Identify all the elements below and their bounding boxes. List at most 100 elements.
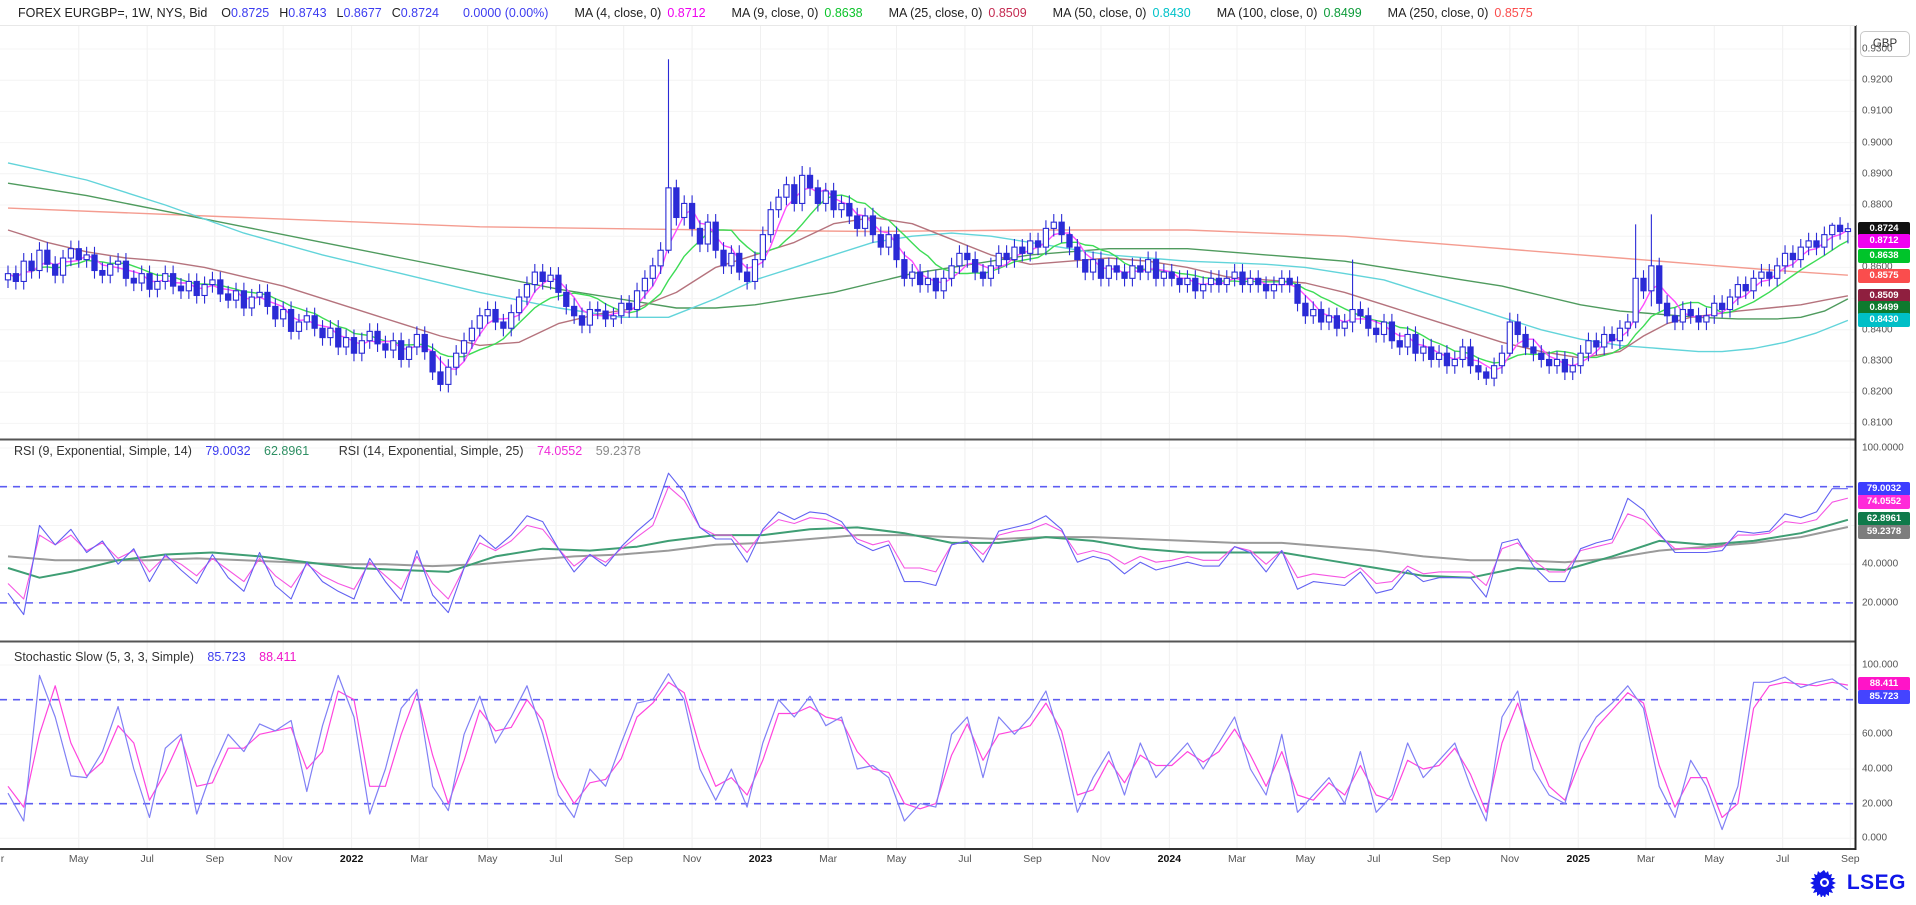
date-label: May <box>478 853 498 865</box>
price-badge: 0.8712 <box>1858 234 1910 248</box>
rsi1-value: 79.0032 <box>205 444 250 458</box>
change-value: 0.0000 (0.00%) <box>463 6 548 20</box>
ma-label: MA (50, close, 0) <box>1053 6 1147 20</box>
axis-label: 20.000 <box>1862 798 1893 809</box>
axis-label: 40.000 <box>1862 763 1893 774</box>
date-label: May <box>1704 853 1724 865</box>
price-badge: 85.723 <box>1858 690 1910 704</box>
price-badge: 0.8430 <box>1858 313 1910 327</box>
lseg-crest-icon <box>1810 869 1840 897</box>
price-badge: 79.0032 <box>1858 482 1910 496</box>
date-label: Mar <box>819 853 837 865</box>
rsi1-avg-value: 62.8961 <box>264 444 309 458</box>
ma-label: MA (25, close, 0) <box>889 6 983 20</box>
axis-label: 0.9300 <box>1862 44 1893 55</box>
date-label: Sep <box>1023 853 1042 865</box>
ma-label: MA (100, close, 0) <box>1217 6 1318 20</box>
rsi2-label: RSI (14, Exponential, Simple, 25) <box>339 444 524 458</box>
axis-label: 20.0000 <box>1862 597 1898 608</box>
price-badge: 0.8575 <box>1858 269 1910 283</box>
chart-legend-header: FOREX EURGBP=, 1W, NYS, Bid O0.8725H0.87… <box>0 0 1856 26</box>
lseg-logo: LSEG <box>1810 869 1906 897</box>
date-label: Jul <box>140 853 153 865</box>
axis-label: 0.8900 <box>1862 168 1893 179</box>
axis-label: 0.000 <box>1862 833 1887 844</box>
ma-value: 0.8430 <box>1152 6 1190 20</box>
rsi-pane-title: RSI (9, Exponential, Simple, 14) 79.0032… <box>14 444 641 458</box>
ohlc-value: 0.8725 <box>231 6 269 20</box>
ma-value: 0.8509 <box>988 6 1026 20</box>
price-badge: 0.8638 <box>1858 249 1910 263</box>
date-label: Nov <box>1092 853 1111 865</box>
date-label: May <box>1295 853 1315 865</box>
axis-label: 0.9200 <box>1862 75 1893 86</box>
instrument-title: FOREX EURGBP=, 1W, NYS, Bid <box>18 6 207 20</box>
date-label: Jul <box>549 853 562 865</box>
ohlc-value: 0.8743 <box>288 6 326 20</box>
price-badge: 59.2378 <box>1858 525 1910 539</box>
ma-legend-item: MA (50, close, 0) 0.8430 <box>1053 6 1191 20</box>
ma-label: MA (4, close, 0) <box>574 6 661 20</box>
date-label: Mar <box>1228 853 1246 865</box>
price-badge: 62.8961 <box>1858 512 1910 526</box>
axis-label: 100.000 <box>1862 660 1898 671</box>
ma-value: 0.8638 <box>824 6 862 20</box>
rsi2-value: 74.0552 <box>537 444 582 458</box>
ohlc-value: 0.8677 <box>343 6 381 20</box>
axis-label: 0.8800 <box>1862 200 1893 211</box>
axis-label: 0.8200 <box>1862 387 1893 398</box>
date-label: Jul <box>1776 853 1789 865</box>
ma-legend-item: MA (250, close, 0) 0.8575 <box>1388 6 1533 20</box>
stochastic-k-value: 85.723 <box>207 650 245 664</box>
axis-label: 0.8100 <box>1862 418 1893 429</box>
date-label: Mar <box>1637 853 1655 865</box>
ma-legend-item: MA (9, close, 0) 0.8638 <box>732 6 863 20</box>
axis-label: 100.0000 <box>1862 443 1904 454</box>
date-label: Sep <box>1841 853 1860 865</box>
date-label: Sep <box>614 853 633 865</box>
ma-label: MA (250, close, 0) <box>1388 6 1489 20</box>
date-label: 2025 <box>1567 853 1590 865</box>
date-label: Mar <box>410 853 428 865</box>
date-label: 2024 <box>1158 853 1181 865</box>
axis-label: 0.9100 <box>1862 106 1893 117</box>
stochastic-pane-title: Stochastic Slow (5, 3, 3, Simple) 85.723… <box>14 650 296 664</box>
ma-label: MA (9, close, 0) <box>732 6 819 20</box>
date-label: Nov <box>683 853 702 865</box>
date-label: Nov <box>1500 853 1519 865</box>
ohlc-value: 0.8724 <box>401 6 439 20</box>
axis-label: 0.9000 <box>1862 137 1893 148</box>
axis-label: 60.000 <box>1862 729 1893 740</box>
stochastic-d-value: 88.411 <box>259 650 296 664</box>
price-badge: 74.0552 <box>1858 495 1910 509</box>
ma-legend-item: MA (25, close, 0) 0.8509 <box>889 6 1027 20</box>
ohlc-key: C <box>392 6 401 20</box>
ma-legend-item: MA (100, close, 0) 0.8499 <box>1217 6 1362 20</box>
axis-label: 40.0000 <box>1862 559 1898 570</box>
date-label: Sep <box>205 853 224 865</box>
ohlc-key: H <box>279 6 288 20</box>
date-label: 2023 <box>749 853 772 865</box>
date-label: Jul <box>958 853 971 865</box>
date-label: May <box>69 853 89 865</box>
ohlc-values: O0.8725H0.8743L0.8677C0.8724 <box>221 6 449 20</box>
stochastic-label: Stochastic Slow (5, 3, 3, Simple) <box>14 650 194 664</box>
ma-value: 0.8575 <box>1494 6 1532 20</box>
date-label: Jul <box>1367 853 1380 865</box>
date-label: Nov <box>274 853 293 865</box>
price-badge: 88.411 <box>1858 677 1910 691</box>
lseg-wordmark: LSEG <box>1847 871 1906 895</box>
ma-legend-item: MA (4, close, 0) 0.8712 <box>574 6 705 20</box>
ma-legend: MA (4, close, 0) 0.8712 MA (9, close, 0) 0.… <box>548 6 1532 20</box>
date-label: May <box>887 853 907 865</box>
rsi1-label: RSI (9, Exponential, Simple, 14) <box>14 444 192 458</box>
axis-label: 0.8300 <box>1862 356 1893 367</box>
ma-value: 0.8712 <box>667 6 705 20</box>
ohlc-key: O <box>221 6 231 20</box>
rsi2-avg-value: 59.2378 <box>596 444 641 458</box>
date-label: r <box>1 853 5 865</box>
ma-value: 0.8499 <box>1323 6 1361 20</box>
date-label: Sep <box>1432 853 1451 865</box>
date-label: 2022 <box>340 853 363 865</box>
chart-application: FOREX EURGBP=, 1W, NYS, Bid O0.8725H0.87… <box>0 0 1916 905</box>
